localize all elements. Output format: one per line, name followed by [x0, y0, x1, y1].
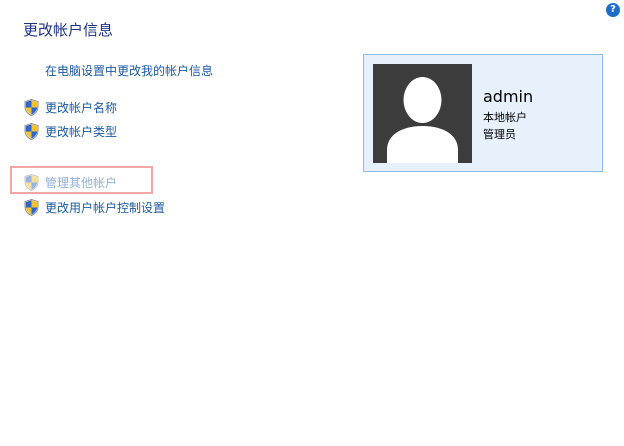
- task-label: 管理其他帐户: [45, 175, 118, 190]
- task-label: 更改帐户名称: [45, 100, 118, 115]
- account-type: 本地帐户: [483, 111, 527, 124]
- user-accounts-page: ? 更改帐户信息 在电脑设置中更改我的帐户信息 更改帐户名称 更改帐户类型 管理…: [0, 0, 624, 446]
- account-name: admin: [483, 87, 534, 106]
- change-uac-settings-link[interactable]: 更改用户帐户控制设置: [24, 198, 165, 216]
- account-card: admin 本地帐户 管理员: [363, 54, 603, 172]
- uac-shield-icon: [24, 122, 39, 140]
- default-user-avatar-icon: [373, 64, 472, 163]
- uac-shield-icon: [24, 98, 39, 116]
- page-title: 更改帐户信息: [23, 21, 114, 39]
- avatar: [373, 64, 472, 163]
- pc-settings-link[interactable]: 在电脑设置中更改我的帐户信息: [45, 62, 213, 79]
- uac-shield-icon: [24, 198, 39, 216]
- uac-shield-icon: [24, 173, 39, 191]
- change-account-name-link[interactable]: 更改帐户名称: [24, 98, 117, 116]
- manage-other-accounts-link[interactable]: 管理其他帐户: [24, 173, 117, 191]
- change-account-type-link[interactable]: 更改帐户类型: [24, 122, 117, 140]
- help-icon: ?: [610, 4, 616, 15]
- task-label: 更改用户帐户控制设置: [45, 200, 166, 215]
- help-button[interactable]: ?: [606, 3, 620, 17]
- account-role: 管理员: [483, 128, 516, 141]
- task-label: 更改帐户类型: [45, 124, 118, 139]
